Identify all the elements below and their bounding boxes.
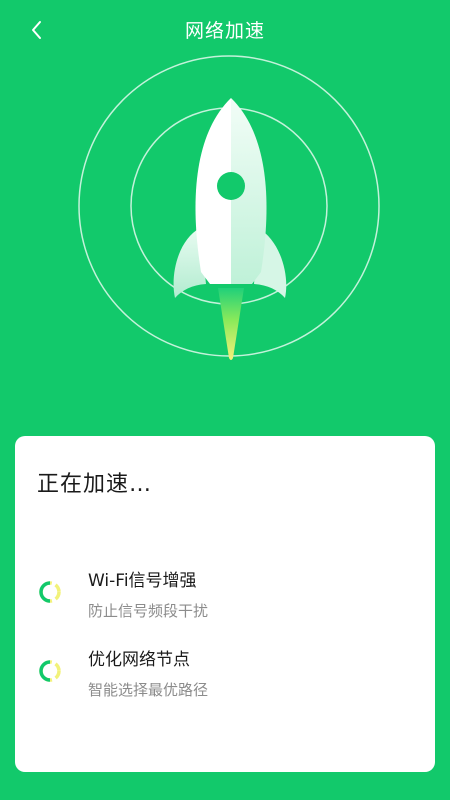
task-subtitle: 智能选择最优路径	[88, 681, 209, 699]
task-item-wifi: Wi-Fi信号增强 防止信号频段干扰	[15, 564, 435, 634]
task-title: Wi-Fi信号增强	[88, 571, 197, 591]
loading-spinner-icon	[39, 660, 61, 682]
task-subtitle: 防止信号频段干扰	[88, 602, 209, 620]
task-title: 优化网络节点	[88, 650, 190, 670]
task-item-node: 优化网络节点 智能选择最优路径	[15, 643, 435, 713]
loading-spinner-icon	[39, 581, 61, 603]
page-title: 网络加速	[184, 20, 265, 42]
rocket-icon	[173, 98, 287, 360]
hero-area	[0, 40, 450, 430]
acceleration-card: 正在加速… Wi-Fi信号增强 防止信号频段干扰 优化网络节点 智能选择最优路径	[15, 436, 435, 772]
status-text: 正在加速…	[37, 472, 153, 497]
